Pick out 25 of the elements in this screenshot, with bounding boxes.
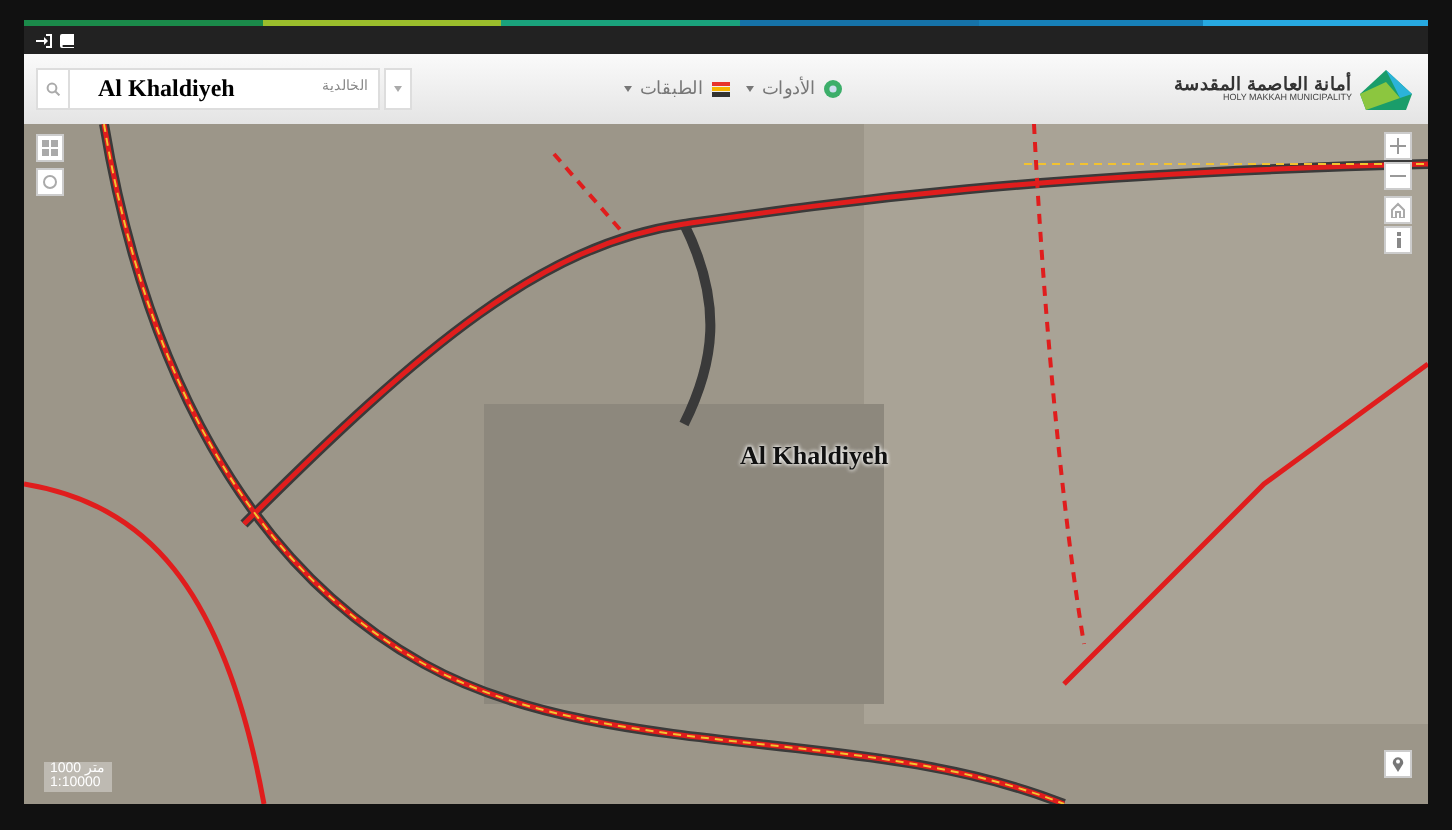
info-icon xyxy=(1395,232,1401,248)
search-icon xyxy=(46,82,60,96)
info-button[interactable] xyxy=(1384,226,1412,254)
map-label: Al Khaldiyeh xyxy=(740,440,889,472)
logo-title: أمانة العاصمة المقدسة xyxy=(1173,75,1352,94)
pin-icon xyxy=(1392,756,1404,772)
search-input[interactable]: Al Khaldiyeh xyxy=(70,72,270,106)
grid-icon xyxy=(42,140,58,156)
refresh-button[interactable] xyxy=(36,168,64,196)
logo-icon xyxy=(1359,69,1412,109)
home-button[interactable] xyxy=(1384,196,1412,224)
menu-button[interactable]: الطبقات xyxy=(615,75,738,103)
home-icon xyxy=(1390,202,1406,218)
location-button[interactable] xyxy=(1384,750,1412,778)
minus-icon xyxy=(1390,174,1406,178)
sign-in-icon[interactable] xyxy=(36,33,52,47)
menu-button[interactable]: الأدوات xyxy=(737,75,850,103)
layers-icon xyxy=(711,80,730,98)
dropdown-button[interactable] xyxy=(384,68,412,110)
zoom-in-button[interactable] xyxy=(1384,132,1412,160)
circle-icon xyxy=(42,174,58,190)
grid-button[interactable] xyxy=(36,134,64,162)
book-icon[interactable] xyxy=(60,33,74,47)
zoom-out-button[interactable] xyxy=(1384,162,1412,190)
plus-icon xyxy=(1390,138,1406,154)
